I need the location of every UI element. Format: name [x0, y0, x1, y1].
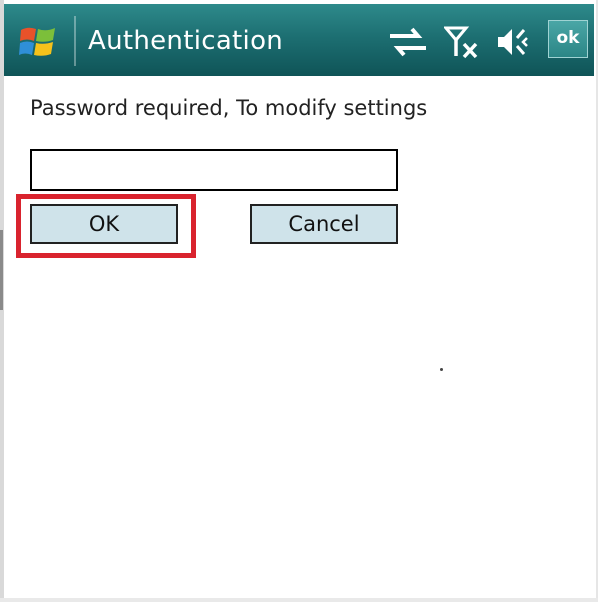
- cancel-button[interactable]: Cancel: [250, 204, 398, 244]
- screen-speck: [440, 368, 443, 371]
- password-prompt: Password required, To modify settings: [30, 96, 428, 120]
- windows-start-icon[interactable]: [18, 22, 58, 62]
- volume-icon[interactable]: [494, 24, 534, 60]
- title-divider: [74, 16, 76, 66]
- frame-bottom-edge: [0, 598, 598, 602]
- connectivity-icon[interactable]: [388, 24, 428, 60]
- screen: Authentication ok Password required, To …: [0, 0, 598, 602]
- ok-button[interactable]: OK: [30, 204, 178, 244]
- no-signal-icon[interactable]: [444, 24, 484, 60]
- window-title: Authentication: [88, 26, 284, 56]
- title-bar: Authentication ok: [4, 4, 594, 76]
- title-ok-button[interactable]: ok: [548, 20, 588, 58]
- frame-left-shadow: [0, 230, 3, 310]
- password-input[interactable]: [30, 149, 398, 191]
